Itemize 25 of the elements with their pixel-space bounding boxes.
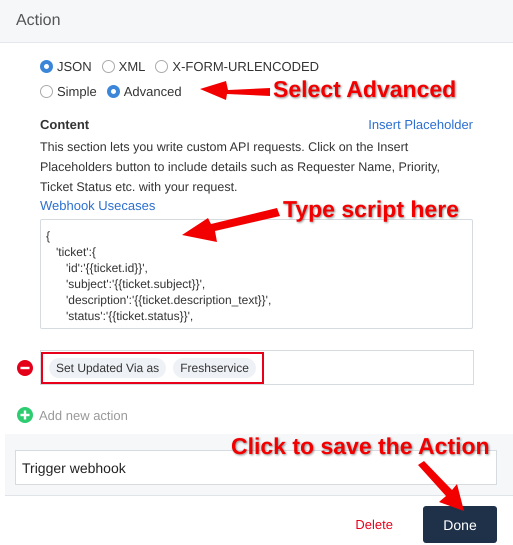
code-line: 'id':'{{ticket.id}}', — [65, 260, 149, 276]
done-button[interactable]: Done — [423, 506, 497, 543]
action-tag: Freshservice — [173, 358, 256, 378]
format-radio[interactable]: XML — [102, 59, 146, 74]
content-description: This section lets you write custom API requests. Click on the Insert Placeholders button to include details such as Requester Name, Priority, Ticket Status etc. with your request. — [40, 139, 441, 196]
remove-icon[interactable] — [17, 360, 33, 376]
delete-button[interactable]: Delete — [341, 517, 407, 532]
mode-radio[interactable]: Simple — [40, 84, 97, 99]
format-radio[interactable]: X-FORM-URLENCODED — [155, 59, 320, 74]
insert-placeholder-link[interactable]: Insert Placeholder — [368, 117, 473, 132]
action-tag: Set Updated Via as — [49, 358, 166, 378]
webhook-usecases-link[interactable]: Webhook Usecases — [40, 198, 156, 213]
callout-text: Select Advanced — [273, 76, 456, 103]
code-line: 'ticket':{ — [55, 244, 97, 260]
callout-arrow — [200, 81, 270, 100]
format-radio[interactable]: JSON — [40, 59, 92, 74]
code-line: 'status':'{{ticket.status}}', — [65, 308, 194, 324]
mode-radio[interactable]: Advanced — [106, 84, 182, 99]
panel-title: Action — [16, 12, 60, 30]
code-line: 'description':'{{ticket.description_text}}', — [65, 292, 272, 308]
code-line: { — [46, 228, 52, 244]
callout-arrow — [418, 461, 464, 511]
code-line: 'subject':'{{ticket.subject}}', — [65, 276, 206, 292]
action-field[interactable]: Set Updated Via as Freshservice — [40, 350, 474, 385]
content-label: Content — [40, 117, 90, 132]
